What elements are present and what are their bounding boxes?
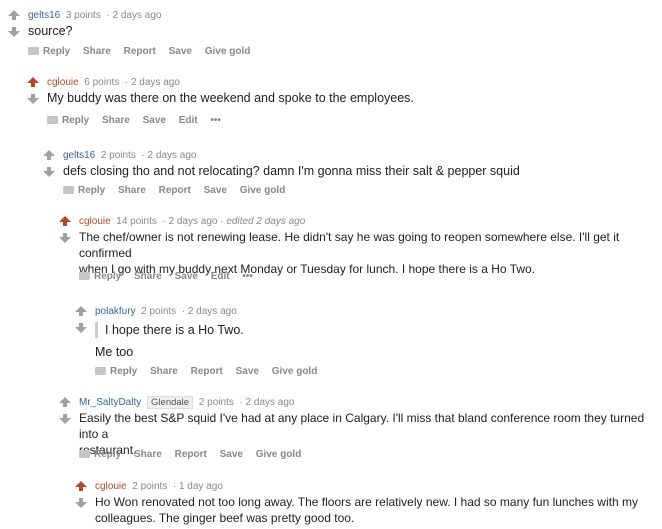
save-button[interactable]: Save — [220, 449, 243, 461]
comment-author[interactable]: cglouie — [79, 216, 111, 227]
give-gold-button[interactable]: Give gold — [205, 46, 251, 58]
share-button[interactable]: Share — [118, 185, 146, 197]
report-button[interactable]: Report — [159, 185, 191, 197]
blockquote: I hope there is a Ho Two. — [95, 322, 244, 338]
comment-points: 2 points — [100, 150, 136, 161]
report-button[interactable]: Report — [175, 449, 207, 461]
reply-icon — [95, 367, 106, 375]
reply-button[interactable]: Reply — [95, 366, 137, 378]
comment-author[interactable]: cglouie — [47, 77, 79, 88]
comment-meta: cglouie 6 points · 2 days ago — [47, 77, 180, 88]
comment-time: 2 days ago — [130, 77, 180, 88]
comment-actions: Reply Share Save Edit ••• — [79, 271, 263, 283]
comment-time: 2 days ago — [187, 306, 237, 317]
comment-points: 2 points — [198, 397, 234, 408]
reply-icon — [79, 272, 90, 280]
downvote-icon[interactable] — [8, 27, 22, 37]
comment-time: 2 days ago — [112, 10, 162, 21]
comment-actions: Reply Share Report Save Give gold — [95, 366, 327, 378]
comment-actions: Reply Share Save Edit ••• — [47, 115, 231, 127]
more-options-button[interactable]: ••• — [210, 115, 221, 127]
comment-meta: gelts16 2 points · 2 days ago — [63, 150, 197, 161]
comment-meta: polakfury 2 points · 2 days ago — [95, 306, 237, 317]
comment-meta: gelts16 3 points · 2 days ago — [28, 10, 162, 21]
comment-time: 2 days ago — [147, 150, 197, 161]
comment-body: My buddy was there on the weekend and sp… — [47, 91, 414, 105]
upvote-icon[interactable] — [8, 10, 22, 20]
comment-meta: cglouie 14 points · 2 days ago · edited … — [79, 216, 306, 227]
downvote-icon[interactable] — [43, 167, 57, 177]
upvote-icon[interactable] — [27, 77, 41, 87]
reply-button[interactable]: Reply — [79, 271, 121, 283]
save-button[interactable]: Save — [175, 271, 198, 283]
more-options-button[interactable]: ••• — [242, 271, 253, 283]
comment-time: 2 days ago — [168, 216, 218, 227]
save-button[interactable]: Save — [236, 366, 259, 378]
comment-author[interactable]: cglouie — [95, 481, 127, 492]
upvote-icon[interactable] — [75, 306, 89, 316]
reply-icon — [47, 116, 58, 124]
reply-button[interactable]: Reply — [63, 185, 105, 197]
share-button[interactable]: Share — [134, 271, 162, 283]
share-button[interactable]: Share — [83, 46, 111, 58]
comment-points: 6 points — [84, 77, 120, 88]
comment-author[interactable]: polakfury — [95, 306, 136, 317]
save-button[interactable]: Save — [143, 115, 166, 127]
comment-actions: Reply Share Report Save Give gold — [79, 449, 311, 461]
share-button[interactable]: Share — [134, 449, 162, 461]
comment-body: Ho Won renovated not too long away. The … — [95, 495, 638, 525]
reply-icon — [28, 47, 39, 55]
report-button[interactable]: Report — [124, 46, 156, 58]
share-button[interactable]: Share — [102, 115, 130, 127]
downvote-icon[interactable] — [59, 414, 73, 424]
save-button[interactable]: Save — [204, 185, 227, 197]
comment-points: 14 points — [116, 216, 157, 227]
comment-author[interactable]: gelts16 — [63, 150, 95, 161]
upvote-icon[interactable] — [59, 216, 73, 226]
report-button[interactable]: Report — [191, 366, 223, 378]
upvote-icon[interactable] — [59, 397, 73, 407]
reply-button[interactable]: Reply — [28, 46, 70, 58]
downvote-icon[interactable] — [27, 94, 41, 104]
reply-button[interactable]: Reply — [47, 115, 89, 127]
user-flair: Glendale — [147, 396, 194, 409]
comment-body: source? — [28, 24, 73, 38]
comment-body: The chef/owner is not renewing lease. He… — [79, 230, 620, 276]
give-gold-button[interactable]: Give gold — [272, 366, 318, 378]
upvote-icon[interactable] — [75, 481, 89, 491]
downvote-icon[interactable] — [59, 233, 73, 243]
save-button[interactable]: Save — [169, 46, 192, 58]
reply-button[interactable]: Reply — [79, 449, 121, 461]
downvote-icon[interactable] — [75, 323, 89, 333]
comment-time: 1 day ago — [178, 481, 223, 492]
downvote-icon[interactable] — [75, 498, 89, 508]
comment-points: 3 points — [65, 10, 101, 21]
comment-time: 2 days ago — [245, 397, 295, 408]
comment-points: 2 points — [141, 306, 177, 317]
reply-icon — [63, 186, 74, 194]
edit-button[interactable]: Edit — [211, 271, 230, 283]
comment-points: 2 points — [132, 481, 168, 492]
give-gold-button[interactable]: Give gold — [256, 449, 302, 461]
share-button[interactable]: Share — [150, 366, 178, 378]
comment-actions: Reply Share Report Save Give gold — [63, 185, 295, 197]
reply-icon — [79, 450, 90, 458]
comment-body: I hope there is a Ho Two. Me too — [95, 322, 244, 359]
comment-body: defs closing tho and not relocating? dam… — [63, 164, 520, 178]
upvote-icon[interactable] — [43, 150, 57, 160]
give-gold-button[interactable]: Give gold — [240, 185, 286, 197]
comment-author[interactable]: gelts16 — [28, 10, 60, 21]
comment-author[interactable]: Mr_SaltyDalty — [79, 397, 141, 408]
edit-button[interactable]: Edit — [179, 115, 198, 127]
comment-meta: cglouie 2 points · 1 day ago — [95, 481, 223, 492]
comment-actions: Reply Share Report Save Give gold — [28, 46, 260, 58]
comment-meta: Mr_SaltyDalty Glendale 2 points · 2 days… — [79, 396, 295, 409]
edited-label: · edited 2 days ago — [220, 216, 306, 227]
